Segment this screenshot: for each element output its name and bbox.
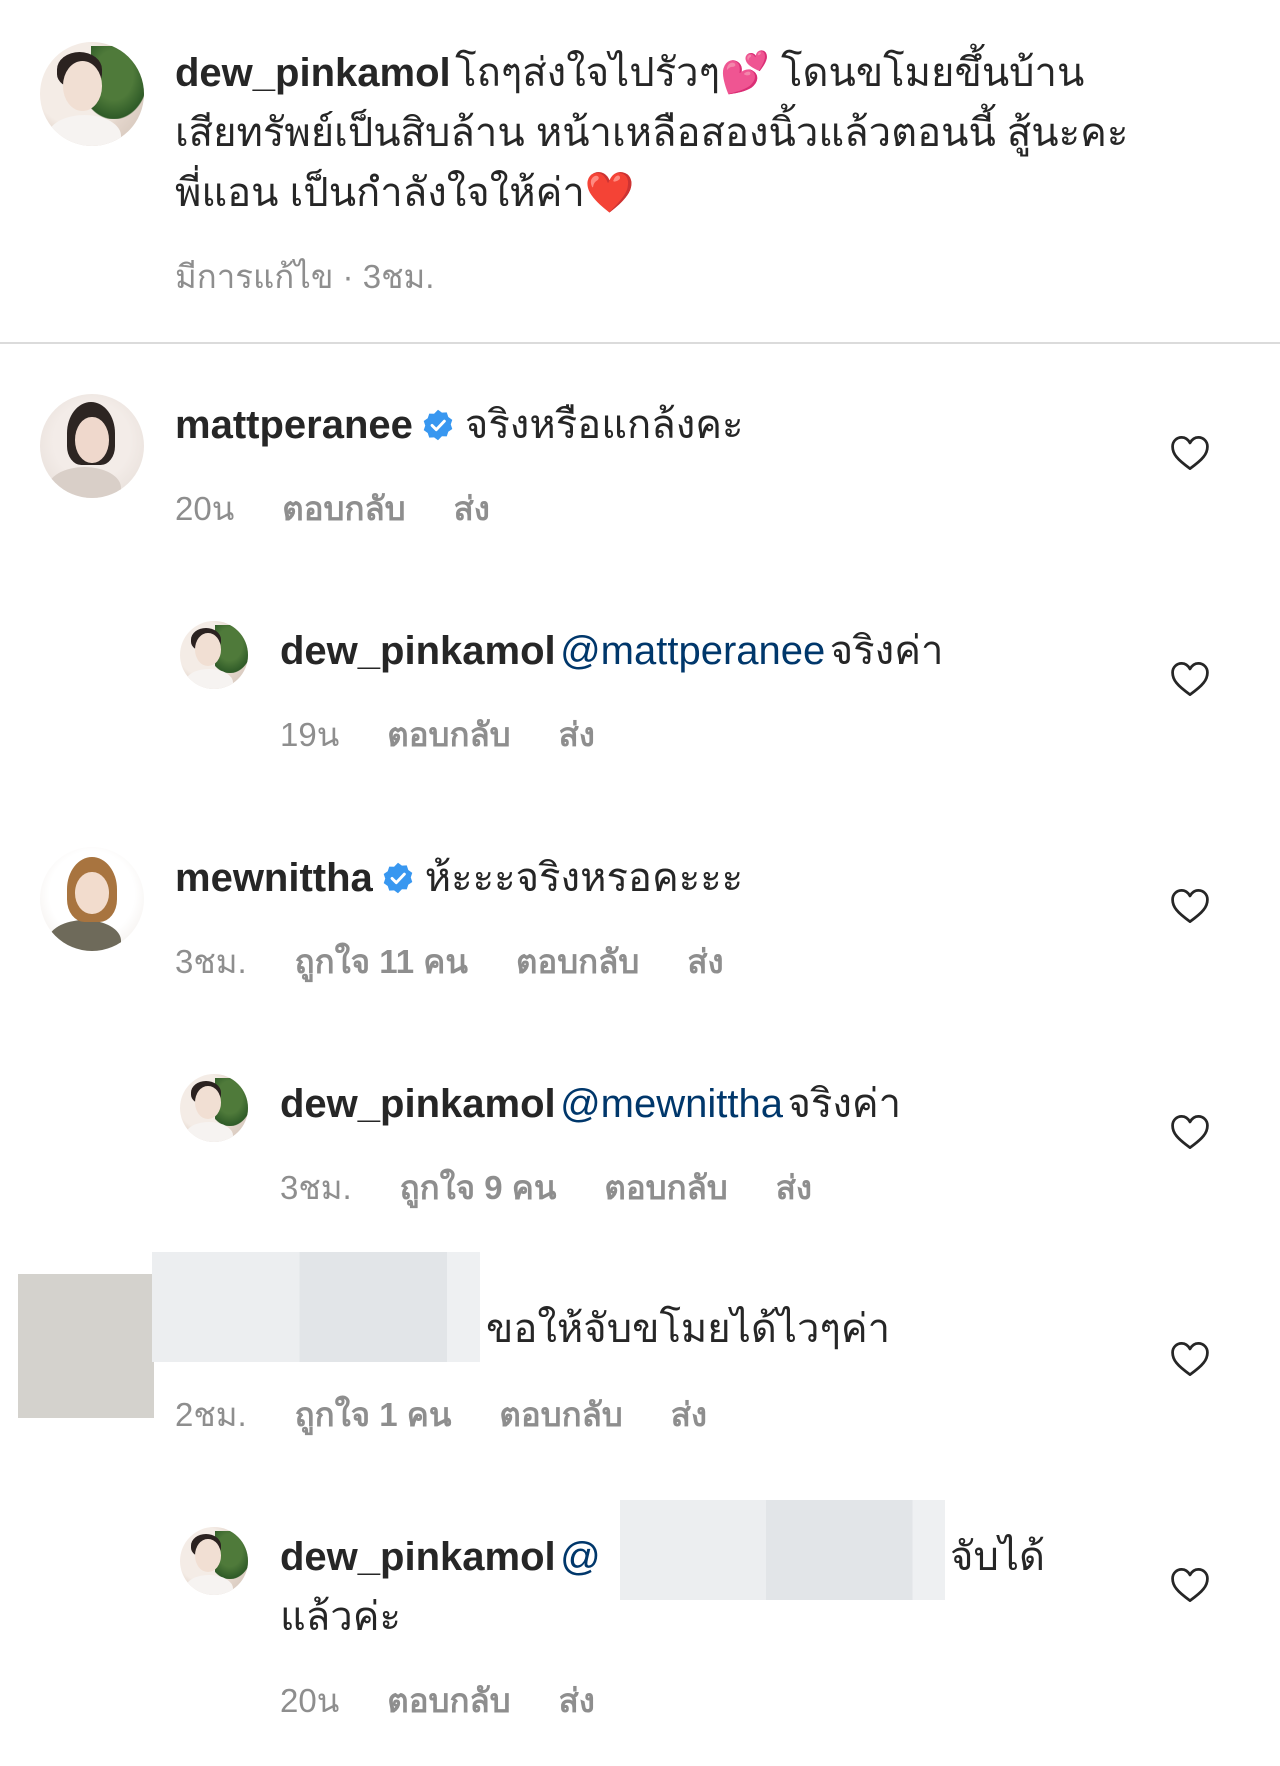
heart-outline-icon[interactable] [1168,431,1212,475]
reply-button[interactable]: ตอบกลับ [282,482,405,535]
reply-avatar[interactable] [180,1074,248,1142]
send-button[interactable]: ส่ง [776,1161,812,1214]
mention-link[interactable]: @mewnittha [560,1082,783,1126]
heart-outline-icon[interactable] [1168,657,1212,701]
reply: dew_pinkamol @mattperanee จริงค่า [280,622,943,689]
post-caption: dew_pinkamol โถๆส่งใจไปรัวๆ💕 โดนขโมยขึ้น… [175,44,1084,111]
reply-text: จริงค่า [787,1082,902,1126]
comment-username[interactable]: mattperanee [175,403,413,447]
reply: dew_pinkamol @mewnittha จริงค่า [280,1075,901,1142]
likes-count[interactable]: ถูกใจ 9 คน [400,1161,557,1214]
reply-button[interactable]: ตอบกลับ [516,935,639,988]
send-button[interactable]: ส่ง [671,1388,707,1441]
commenter-avatar[interactable] [40,847,144,951]
send-button[interactable]: ส่ง [687,935,723,988]
divider [0,342,1280,344]
reply: dew_pinkamol @ [280,1528,601,1595]
verified-badge-icon [383,862,413,894]
reply-text-continued: แล้วค่ะ [280,1595,401,1639]
reply-time: 20น [280,1682,340,1719]
caption-line-3: พี่แอน เป็นกำลังใจให้ค่า❤️ [175,171,635,215]
reply-username[interactable]: dew_pinkamol [280,629,556,673]
reply-text: จริงค่า [829,629,944,673]
comment: mattperanee จริงหรือแกล้งคะ [175,396,744,463]
reply-time: 3ชม. [280,1169,352,1206]
comment-meta: 2ชม. ถูกใจ 1 คน ตอบกลับ ส่ง [175,1388,755,1441]
post-meta: มีการแก้ไข · 3ชม. [175,258,435,295]
verified-badge-icon [423,409,453,441]
comment-time: 3ชม. [175,943,247,980]
send-button[interactable]: ส่ง [559,708,595,761]
comment-text: ห้ะะะจริงหรอคะะะ [424,856,744,900]
reply-username[interactable]: dew_pinkamol [280,1082,556,1126]
reply-button[interactable]: ตอบกลับ [387,708,510,761]
reply-button[interactable]: ตอบกลับ [499,1388,622,1441]
reply-meta: 19น ตอบกลับ ส่ง [280,708,643,761]
reply-text: จับได้ [950,1535,1045,1579]
heart-outline-icon[interactable] [1168,1563,1212,1607]
caption-line-1: โถๆส่งใจไปรัวๆ💕 โดนขโมยขึ้นบ้าน [455,51,1085,95]
comment-text: จริงหรือแกล้งคะ [464,403,744,447]
redacted-mention [620,1500,945,1600]
send-button[interactable]: ส่ง [559,1674,595,1727]
mention-link[interactable]: @ [560,1535,601,1579]
post-username[interactable]: dew_pinkamol [175,51,451,95]
reply-avatar[interactable] [180,1527,248,1595]
comment-time: 2ชม. [175,1396,247,1433]
likes-count[interactable]: ถูกใจ 1 คน [295,1388,452,1441]
send-button[interactable]: ส่ง [454,482,490,535]
heart-outline-icon[interactable] [1168,1110,1212,1154]
comment-meta: 20น ตอบกลับ ส่ง [175,482,538,535]
comment-time: 20น [175,490,235,527]
mention-link[interactable]: @mattperanee [560,629,825,673]
reply-button[interactable]: ตอบกลับ [387,1674,510,1727]
reply-avatar[interactable] [180,621,248,689]
redacted-username [152,1252,480,1362]
caption-line-2: เสียทรัพย์เป็นสิบล้าน หน้าเหลือสองนิ้วแล… [175,111,1129,155]
redacted-avatar [18,1274,154,1418]
reply-meta: 20น ตอบกลับ ส่ง [280,1674,643,1727]
reply-username[interactable]: dew_pinkamol [280,1535,556,1579]
heart-outline-icon[interactable] [1168,1337,1212,1381]
comment-text: ขอให้จับขโมยได้ไวๆค่า [486,1307,891,1351]
commenter-avatar[interactable] [40,394,144,498]
likes-count[interactable]: ถูกใจ 11 คน [295,935,468,988]
comment: mewnittha ห้ะะะจริงหรอคะะะ [175,849,743,916]
heart-outline-icon[interactable] [1168,884,1212,928]
reply-button[interactable]: ตอบกลับ [604,1161,727,1214]
comment-meta: 3ชม. ถูกใจ 11 คน ตอบกลับ ส่ง [175,935,772,988]
reply-time: 19น [280,716,340,753]
post-author-avatar[interactable] [40,42,144,146]
reply-meta: 3ชม. ถูกใจ 9 คน ตอบกลับ ส่ง [280,1161,860,1214]
comment-username[interactable]: mewnittha [175,856,373,900]
